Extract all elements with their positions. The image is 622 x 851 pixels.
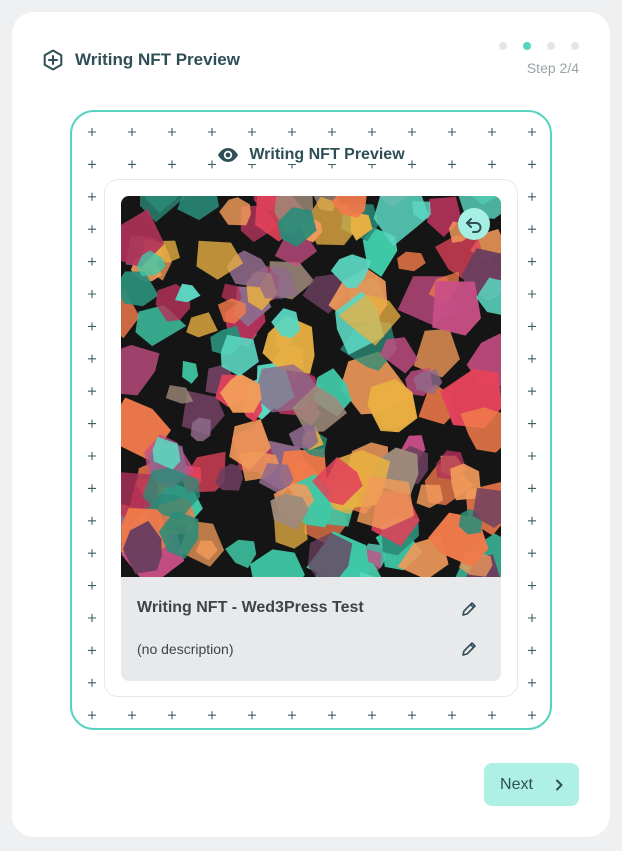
next-button-label: Next: [500, 775, 533, 793]
edit-name-button[interactable]: [459, 599, 479, 619]
wizard-card: Writing NFT Preview Step 2/4 Writing NFT…: [12, 12, 610, 837]
nft-name: Writing NFT - Wed3Press Test: [137, 599, 364, 616]
flip-button[interactable]: [458, 208, 490, 240]
preview-title-text: Writing NFT Preview: [249, 146, 405, 163]
step-label: Step 2/4: [526, 60, 579, 76]
nft-description: (no description): [137, 641, 234, 657]
preview-title: Writing NFT Preview: [72, 146, 550, 164]
nft-info-panel: Writing NFT - Wed3Press Test (no descrip…: [121, 577, 501, 681]
pencil-icon: [462, 602, 476, 616]
undo-icon: [466, 218, 482, 233]
step-dot-3: [547, 42, 555, 50]
nft-image: [121, 196, 501, 577]
step-dot-4: [571, 42, 579, 50]
next-button[interactable]: Next: [484, 763, 579, 806]
chevron-right-icon: [555, 779, 563, 790]
plus-circle-icon: [43, 49, 63, 71]
nft-card: Writing NFT - Wed3Press Test (no descrip…: [104, 179, 518, 697]
edit-description-button[interactable]: [459, 639, 479, 659]
step-dot-1: [499, 42, 507, 50]
step-dot-2: [523, 42, 531, 50]
pencil-icon: [462, 642, 476, 656]
preview-frame: Writing NFT Preview Writing NFT - Wed3Pr…: [70, 110, 552, 730]
nft-artwork: [121, 196, 501, 577]
step-indicator: [499, 42, 579, 50]
eye-icon: [218, 148, 239, 162]
page-title: Writing NFT Preview: [75, 50, 240, 69]
